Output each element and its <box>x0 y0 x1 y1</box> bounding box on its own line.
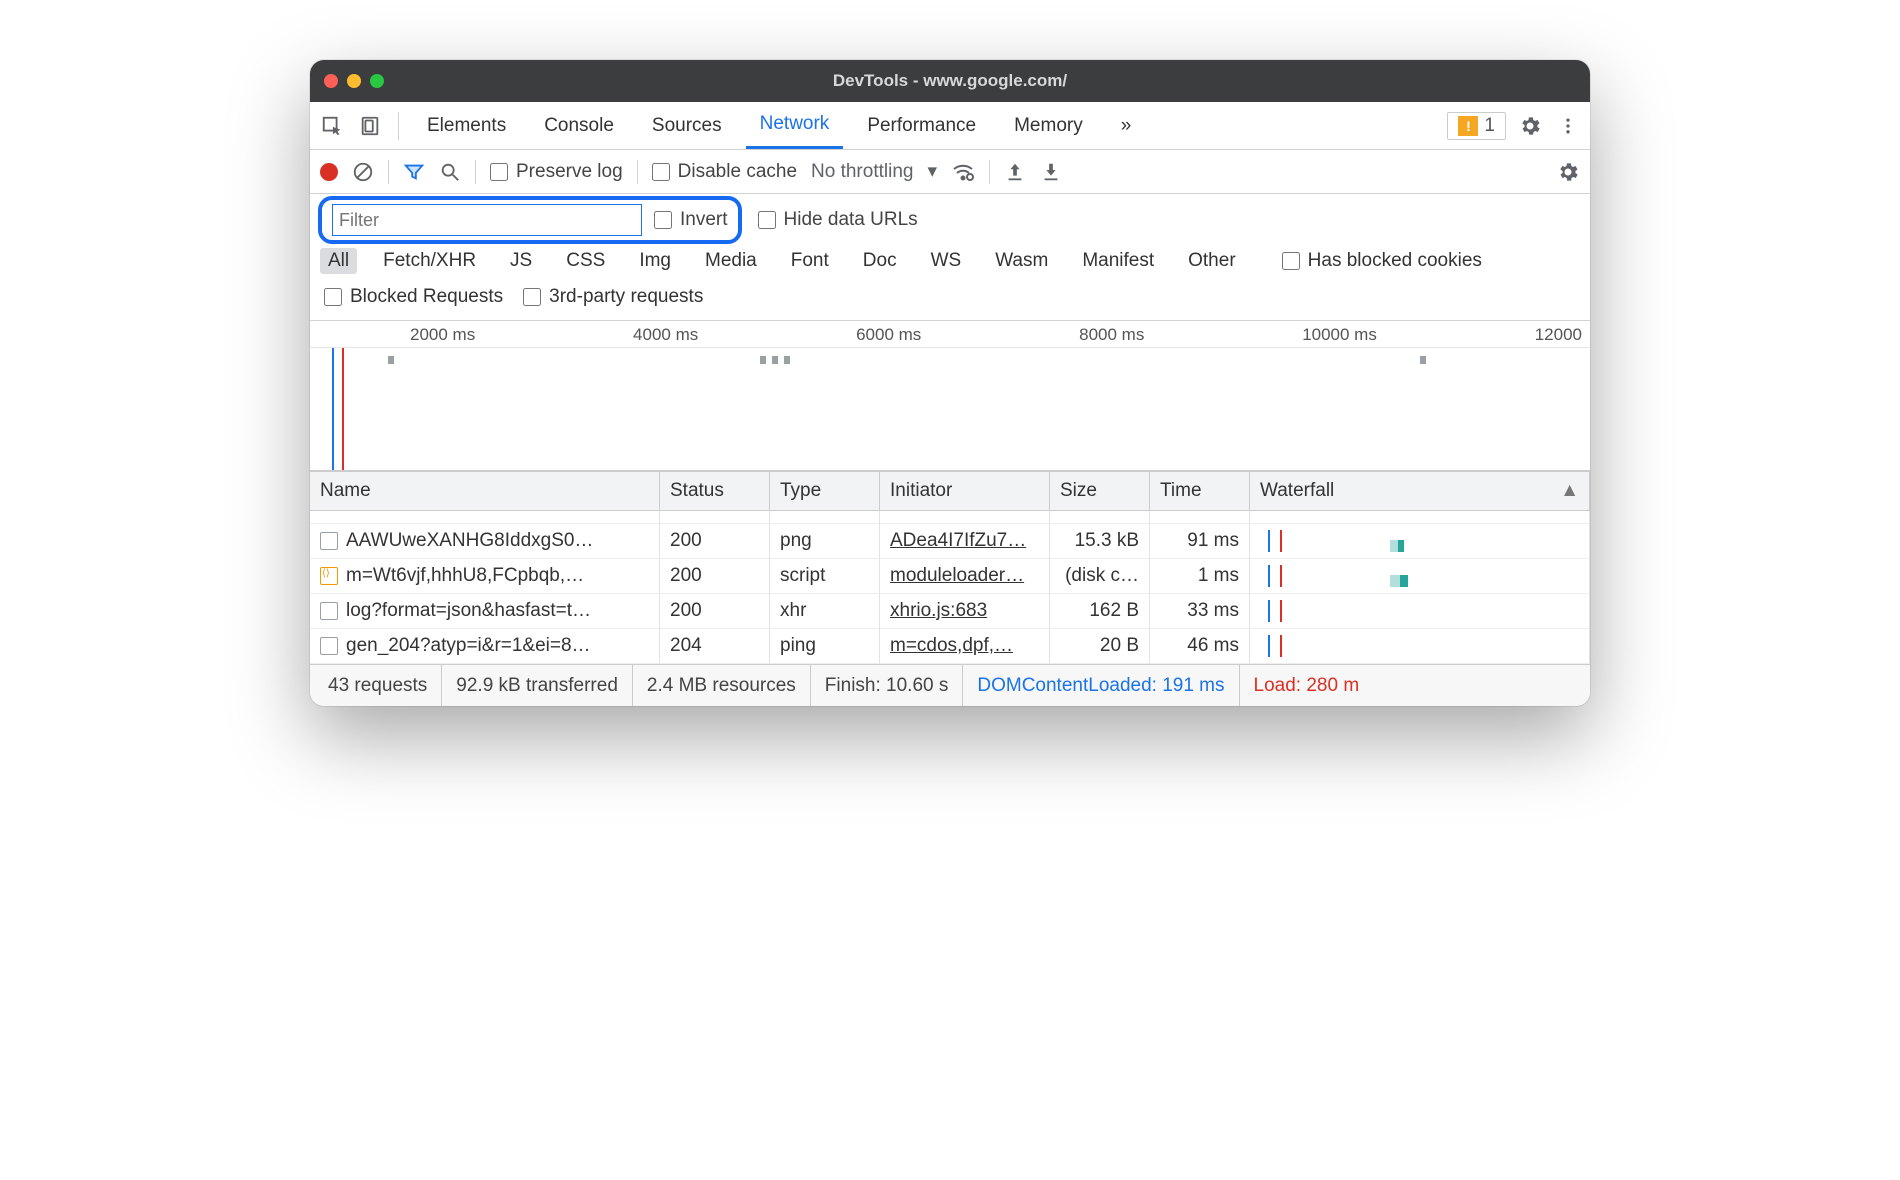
filter-input[interactable] <box>332 204 642 236</box>
table-row[interactable]: m=Wt6vjf,hhhU8,FCpbqb,… <box>310 559 660 594</box>
third-party-checkbox[interactable]: 3rd-party requests <box>523 286 703 308</box>
status-finish: Finish: 10.60 s <box>811 665 964 706</box>
tab-memory[interactable]: Memory <box>1000 102 1097 149</box>
chevron-down-icon[interactable]: ▾ <box>927 160 937 183</box>
status-bar: 43 requests 92.9 kB transferred 2.4 MB r… <box>310 664 1590 706</box>
col-time[interactable]: Time <box>1150 471 1250 511</box>
col-size[interactable]: Size <box>1050 471 1150 511</box>
device-toolbar-icon[interactable] <box>356 112 384 140</box>
filter-funnel-icon[interactable] <box>403 161 425 183</box>
request-table: Name Status Type Initiator Size Time Wat… <box>310 471 1590 664</box>
tab-console[interactable]: Console <box>530 102 628 149</box>
table-row[interactable]: gen_204?atyp=i&r=1&ei=8… <box>310 629 660 664</box>
col-waterfall[interactable]: Waterfall▲ <box>1250 471 1590 511</box>
record-button[interactable] <box>320 163 338 181</box>
filter-bar: Invert Hide data URLs <box>310 194 1590 246</box>
inspect-element-icon[interactable] <box>318 112 346 140</box>
timeline-overview[interactable]: 2000 ms 4000 ms 6000 ms 8000 ms 10000 ms… <box>310 321 1590 471</box>
panel-tabs: Elements Console Sources Network Perform… <box>310 102 1590 150</box>
type-fetch-xhr[interactable]: Fetch/XHR <box>375 248 484 274</box>
tab-network[interactable]: Network <box>746 102 844 149</box>
issues-count: 1 <box>1484 115 1495 137</box>
network-toolbar: Preserve log Disable cache No throttling… <box>310 150 1590 194</box>
table-row[interactable]: log?format=json&hasfast=t… <box>310 594 660 629</box>
panel-settings-gear-icon[interactable] <box>1556 160 1580 184</box>
invert-checkbox[interactable]: Invert <box>654 209 728 231</box>
type-manifest[interactable]: Manifest <box>1074 248 1162 274</box>
tab-elements[interactable]: Elements <box>413 102 520 149</box>
resource-type-filters: All Fetch/XHR JS CSS Img Media Font Doc … <box>310 246 1590 282</box>
type-media[interactable]: Media <box>697 248 765 274</box>
type-other[interactable]: Other <box>1180 248 1244 274</box>
col-status[interactable]: Status <box>660 471 770 511</box>
col-type[interactable]: Type <box>770 471 880 511</box>
download-icon[interactable] <box>1040 161 1062 183</box>
col-initiator[interactable]: Initiator <box>880 471 1050 511</box>
status-load: Load: 280 m <box>1240 665 1374 706</box>
type-wasm[interactable]: Wasm <box>987 248 1056 274</box>
filter-row-2: Blocked Requests 3rd-party requests <box>310 282 1590 321</box>
status-resources: 2.4 MB resources <box>633 665 811 706</box>
tab-performance[interactable]: Performance <box>853 102 990 149</box>
col-name[interactable]: Name <box>310 471 660 511</box>
type-js[interactable]: JS <box>502 248 540 274</box>
hide-data-urls-checkbox[interactable]: Hide data URLs <box>758 209 918 231</box>
clear-icon[interactable] <box>352 161 374 183</box>
warning-icon: ! <box>1458 116 1478 136</box>
type-doc[interactable]: Doc <box>855 248 905 274</box>
preserve-log-checkbox[interactable]: Preserve log <box>490 161 623 183</box>
upload-icon[interactable] <box>1004 161 1026 183</box>
filter-highlight: Invert <box>318 196 742 244</box>
timeline-ticks: 2000 ms 4000 ms 6000 ms 8000 ms 10000 ms… <box>310 321 1590 345</box>
status-transferred: 92.9 kB transferred <box>442 665 633 706</box>
status-domcontentloaded: DOMContentLoaded: 191 ms <box>963 665 1239 706</box>
type-css[interactable]: CSS <box>558 248 613 274</box>
throttling-select[interactable]: No throttling <box>811 161 913 183</box>
titlebar: DevTools - www.google.com/ <box>310 60 1590 102</box>
type-all[interactable]: All <box>320 248 357 274</box>
disable-cache-checkbox[interactable]: Disable cache <box>652 161 797 183</box>
type-ws[interactable]: WS <box>923 248 970 274</box>
type-font[interactable]: Font <box>783 248 837 274</box>
tab-sources[interactable]: Sources <box>638 102 736 149</box>
window-title: DevTools - www.google.com/ <box>310 71 1590 91</box>
type-img[interactable]: Img <box>631 248 679 274</box>
status-requests: 43 requests <box>314 665 442 706</box>
network-conditions-icon[interactable] <box>951 160 975 184</box>
devtools-window: DevTools - www.google.com/ Elements Cons… <box>310 60 1590 706</box>
issues-badge[interactable]: ! 1 <box>1447 112 1506 140</box>
kebab-menu-icon[interactable] <box>1554 112 1582 140</box>
settings-gear-icon[interactable] <box>1516 112 1544 140</box>
has-blocked-cookies-checkbox[interactable]: Has blocked cookies <box>1282 250 1482 272</box>
tabs-overflow-button[interactable]: » <box>1107 102 1146 149</box>
search-icon[interactable] <box>439 161 461 183</box>
table-row[interactable]: AAWUweXANHG8IddxgS0… <box>310 524 660 559</box>
blocked-requests-checkbox[interactable]: Blocked Requests <box>324 286 503 308</box>
